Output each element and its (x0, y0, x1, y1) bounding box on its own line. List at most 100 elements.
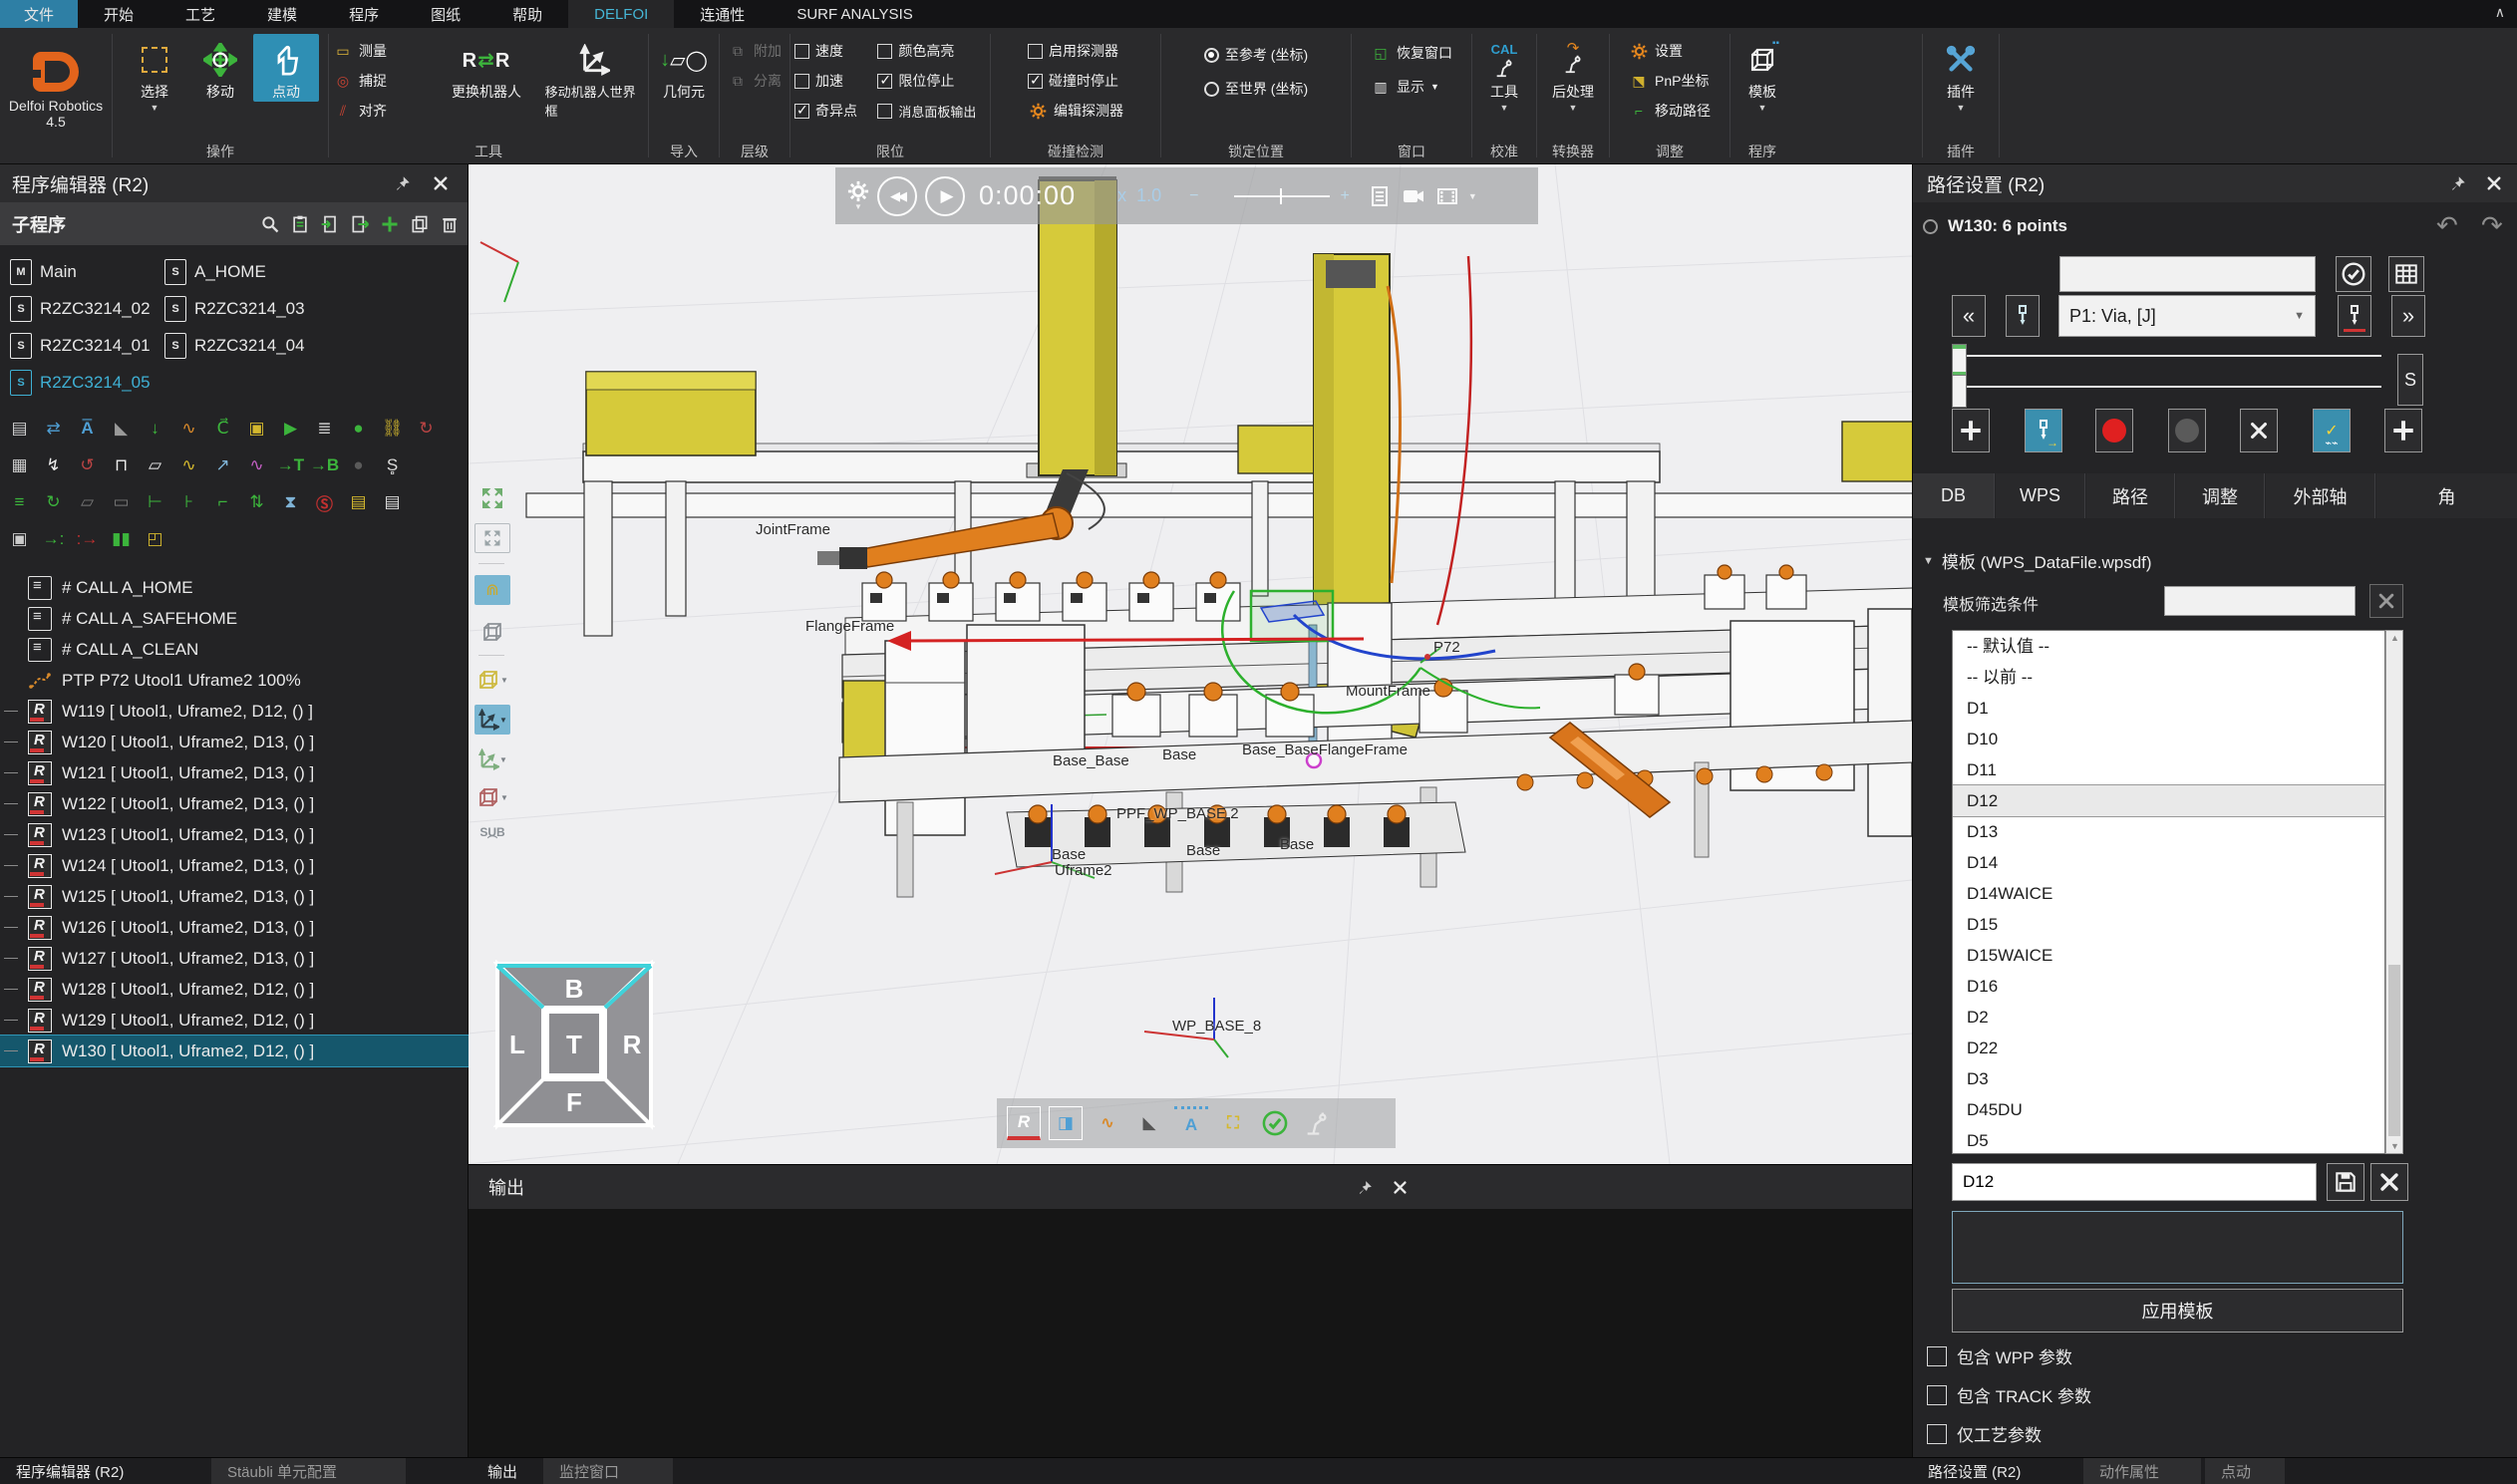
scroll-up-icon[interactable]: ▲ (2390, 633, 2399, 643)
close-icon[interactable] (1392, 1179, 1409, 1196)
settings-button[interactable]: 设置 (1629, 38, 1711, 64)
frame-select-icon[interactable]: ◨ (1049, 1106, 1083, 1140)
check-include-track[interactable]: 包含 TRACK 参数 (1927, 1382, 2091, 1407)
scrollbar-thumb[interactable] (2388, 965, 2400, 1136)
statusbar-tab-path-settings[interactable]: 路径设置 (R2) (1912, 1458, 2037, 1484)
template-item[interactable]: D14 (1953, 847, 2384, 878)
speed-plus-icon[interactable]: + (1340, 187, 1349, 205)
export-doc-icon[interactable]: ▤ (4, 414, 35, 444)
template-item[interactable]: D11 (1953, 754, 2384, 785)
stop-icon[interactable]: Ⓢ (309, 487, 340, 517)
plugin-button[interactable]: 插件▼ (1929, 34, 1993, 113)
frame-axis-icon[interactable]: ▼ (474, 705, 510, 735)
run-check-icon[interactable]: ● (343, 414, 374, 444)
weld-tool-icon[interactable]: R (1007, 1106, 1041, 1140)
statement-row[interactable]: W122 [ Utool1, Uframe2, D13, () ] (0, 788, 469, 819)
comment-icon[interactable]: ▤ (377, 487, 408, 517)
confirm-point-button[interactable] (2336, 256, 2371, 292)
snap-button[interactable]: ◎捕捉 (333, 68, 428, 94)
template-item[interactable]: D15WAICE (1953, 940, 2384, 971)
clipboard-note-icon[interactable]: ▤ (343, 487, 374, 517)
return-icon[interactable]: ⌐ (207, 487, 238, 517)
template-list[interactable]: -- 默认值 -- -- 以前 -- D1 D10 D11 D12 D13 D1… (1952, 630, 2385, 1154)
prev-point-button[interactable]: « (1952, 295, 1986, 337)
play-icon[interactable]: ▶ (275, 414, 306, 444)
template-filter-input[interactable] (2164, 586, 2356, 616)
template-description-box[interactable] (1952, 1211, 2403, 1284)
template-item-selected[interactable]: D12 (1953, 785, 2384, 816)
undo-icon[interactable]: ↶ (2436, 210, 2458, 241)
playback-settings-button[interactable]: ▼ (847, 180, 869, 211)
statement-row[interactable]: W127 [ Utool1, Uframe2, D13, () ] (0, 943, 469, 974)
check-include-wpp[interactable]: 包含 WPP 参数 (1927, 1343, 2072, 1368)
zoom-fit-icon[interactable] (474, 483, 510, 513)
statistics-icon[interactable]: ▮▮ (106, 524, 137, 554)
radio-to-reference[interactable]: 至参考 (坐标) (1204, 42, 1308, 68)
refresh-icon[interactable]: ⇅ (241, 487, 272, 517)
view-cube[interactable]: B L T R F (493, 960, 655, 1131)
template-item[interactable]: D5 (1953, 1125, 2384, 1154)
statement-row[interactable]: W124 [ Utool1, Uframe2, D13, () ] (0, 850, 469, 881)
menu-process[interactable]: 工艺 (159, 0, 241, 28)
label-text-icon[interactable]: A (1174, 1106, 1208, 1140)
play-button[interactable]: ▶ (925, 176, 965, 216)
delete-icon[interactable] (440, 214, 460, 234)
speed-slider-thumb[interactable] (1280, 188, 1282, 204)
statement-row[interactable]: W119 [ Utool1, Uframe2, D12, () ] (0, 696, 469, 727)
path-position-slider[interactable] (1952, 355, 2381, 357)
template-item[interactable]: D2 (1953, 1002, 2384, 1033)
tab-path[interactable]: 路径 (2086, 473, 2175, 518)
statusbar-tab-output[interactable]: 输出 (472, 1458, 533, 1484)
grid-icon[interactable]: ▦ (4, 450, 35, 480)
statusbar-tab-motion-properties[interactable]: 动作属性 (2083, 1458, 2201, 1484)
add-subprogram-icon[interactable] (380, 214, 400, 234)
menu-drawing[interactable]: 图纸 (405, 0, 486, 28)
template-item[interactable]: D3 (1953, 1063, 2384, 1094)
signal-in-icon[interactable]: :→ (72, 524, 103, 554)
rotate-icon[interactable]: ↻ (411, 414, 442, 444)
template-button[interactable]: ▪▪ 模板▼ (1734, 34, 1790, 113)
film-dropdown-icon[interactable]: ▼ (1468, 191, 1477, 201)
wait-icon[interactable]: ⧗ (275, 487, 306, 517)
tool-change-icon[interactable]: →T (275, 450, 306, 480)
record-video-icon[interactable] (1401, 184, 1426, 208)
statement-row[interactable]: W121 [ Utool1, Uframe2, D13, () ] (0, 757, 469, 788)
speed-minus-icon[interactable]: − (1189, 187, 1198, 205)
check-ok-icon[interactable] (1258, 1106, 1292, 1140)
export-pdf-icon[interactable] (1368, 184, 1392, 208)
speed-slider[interactable] (1234, 195, 1330, 197)
linear-move-icon[interactable]: ∿ (173, 450, 204, 480)
wireframe-cube-icon[interactable] (474, 617, 510, 647)
statusbar-tab-monitor[interactable]: 监控窗口 (543, 1458, 673, 1484)
measure-button[interactable]: ▭测量 (333, 38, 428, 64)
template-item[interactable]: D10 (1953, 724, 2384, 754)
subprogram-r2zc3214-05[interactable]: SR2ZC3214_05 (10, 368, 169, 398)
pin-icon[interactable] (1357, 1179, 1374, 1196)
colored-cube-icon[interactable]: ▼ (474, 782, 510, 812)
attach-button[interactable]: ⧉附加 (728, 38, 782, 64)
check-color-highlight[interactable]: 颜色高亮 (877, 38, 986, 64)
check-stop-on-collision[interactable]: 碰撞时停止 (1028, 68, 1123, 94)
radio-to-world[interactable]: 至世界 (坐标) (1204, 76, 1308, 102)
statement-row[interactable]: # CALL A_CLEAN (0, 634, 469, 665)
search-icon[interactable] (260, 214, 280, 234)
clear-filter-button[interactable] (2369, 584, 2403, 618)
statusbar-tab-program-editor[interactable]: 程序编辑器 (R2) (0, 1458, 140, 1484)
move-path-button[interactable]: ⌐移动路径 (1629, 98, 1711, 124)
import-point-icon[interactable]: ↓ (140, 414, 170, 444)
section-collapse-icon[interactable]: ▼ (1923, 555, 1934, 567)
magnet-snap-icon[interactable]: ⋒ (474, 575, 510, 605)
redo-icon[interactable]: ↷ (2481, 210, 2503, 241)
scroll-down-icon[interactable]: ▼ (2390, 1141, 2399, 1151)
close-icon[interactable] (2485, 174, 2503, 192)
tab-external-axis[interactable]: 外部轴 (2266, 473, 2375, 518)
template-item[interactable]: D16 (1953, 971, 2384, 1002)
select-button[interactable]: 选择▼ (122, 34, 187, 113)
probe-to-point-button[interactable] (2006, 295, 2040, 337)
3d-viewport[interactable]: JointFrame FlangeFrame MountFrame P72 Ba… (469, 164, 1912, 1164)
statement-row[interactable]: W120 [ Utool1, Uframe2, D13, () ] (0, 727, 469, 757)
signal-out-icon[interactable]: →: (38, 524, 69, 554)
tab-wps[interactable]: WPS (1996, 473, 2085, 518)
template-item[interactable]: D1 (1953, 693, 2384, 724)
subprogram-call-icon[interactable]: S̻ (377, 450, 408, 480)
